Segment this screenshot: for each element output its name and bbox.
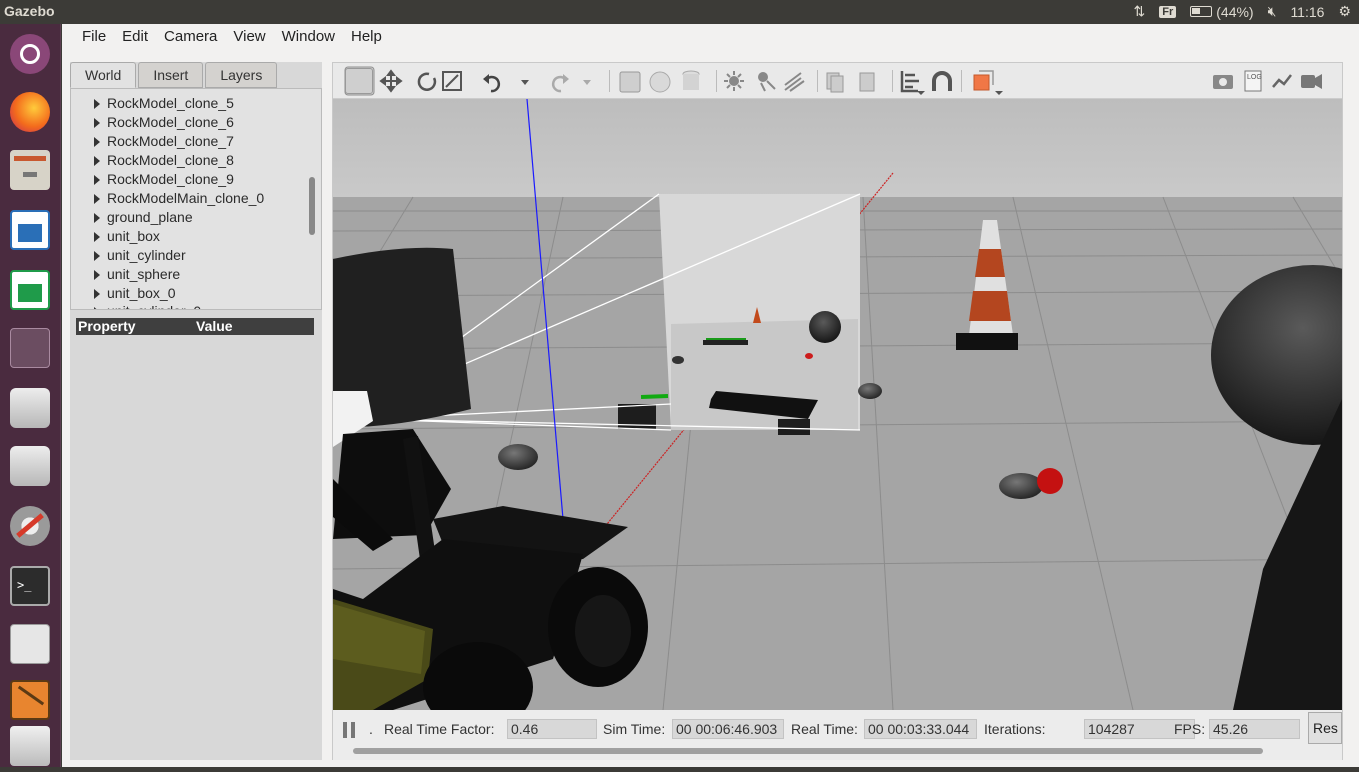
- sphere-shape-icon: [649, 71, 671, 93]
- sim-time-value: 00 00:06:46.903: [672, 719, 784, 739]
- view-angle-icon: [973, 74, 990, 91]
- tab-layers[interactable]: Layers: [205, 62, 278, 88]
- menu-camera[interactable]: Camera: [156, 24, 225, 52]
- tree-item[interactable]: ground_plane: [94, 209, 193, 228]
- keyboard-layout-indicator[interactable]: Fr: [1159, 5, 1177, 18]
- pause-icon[interactable]: [343, 722, 357, 738]
- calc-icon[interactable]: [4, 264, 56, 316]
- reset-time-button[interactable]: Res: [1308, 712, 1342, 744]
- point-light-icon: [729, 76, 739, 86]
- left-panel-tabs: World Insert Layers: [70, 62, 279, 88]
- menu-help[interactable]: Help: [343, 24, 390, 52]
- files-icon[interactable]: [4, 144, 56, 196]
- align-icon: [900, 71, 919, 93]
- clock[interactable]: 11:16: [1290, 4, 1324, 20]
- snap-icon: [932, 71, 952, 91]
- tree-scrollbar[interactable]: [309, 177, 315, 235]
- tab-world[interactable]: World: [70, 62, 137, 88]
- select-mode-button[interactable]: [345, 68, 373, 94]
- trash-icon[interactable]: [4, 720, 56, 772]
- disk-icon[interactable]: [4, 440, 56, 492]
- terminal-icon[interactable]: >_: [4, 560, 56, 612]
- firefox-icon[interactable]: [4, 86, 56, 138]
- menu-window[interactable]: Window: [274, 24, 343, 52]
- system-tray: ⇅ Fr (44%) 🔇︎ 11:16 ⚙: [1134, 3, 1351, 20]
- menu-view[interactable]: View: [225, 24, 273, 52]
- plot-icon: [1272, 74, 1292, 88]
- tree-item[interactable]: unit_box: [94, 228, 160, 247]
- gazebo-icon[interactable]: [4, 674, 56, 726]
- toolbar-icons: LOG: [344, 66, 1322, 96]
- scene-render: [333, 99, 1342, 710]
- tab-insert[interactable]: Insert: [138, 62, 204, 88]
- render-toolbar: LOG: [333, 63, 1342, 99]
- tree-item[interactable]: RockModel_clone_7: [94, 133, 234, 152]
- render-panel: LOG . Real Time Factor: 0.46 Sim Time: 0…: [332, 62, 1343, 760]
- menu-bar: File Edit Camera View Window Help: [62, 24, 1359, 52]
- property-table-header: Property Value: [76, 318, 314, 335]
- step-indicator[interactable]: .: [369, 721, 373, 737]
- fps-label: FPS:: [1174, 721, 1206, 737]
- workspace-icon[interactable]: [4, 322, 56, 374]
- settings-icon[interactable]: [4, 500, 56, 552]
- time-panel: . Real Time Factor: 0.46 Sim Time: 00 00…: [333, 710, 1342, 760]
- ubuntu-icon[interactable]: [4, 28, 56, 80]
- disk-icon[interactable]: [4, 382, 56, 434]
- rtf-label: Real Time Factor:: [384, 721, 495, 737]
- undo-dropdown-icon: [521, 80, 529, 85]
- paste-icon: [859, 72, 875, 92]
- tree-item[interactable]: RockModel_clone_5: [94, 95, 234, 114]
- tree-item[interactable]: RockModel_clone_6: [94, 114, 234, 133]
- video-record-icon: [1301, 75, 1315, 88]
- writer-icon[interactable]: [4, 204, 56, 256]
- battery-icon: [1190, 6, 1213, 17]
- gazebo-window: File Edit Camera View Window Help World …: [62, 24, 1359, 767]
- red-ball-model: [1037, 468, 1063, 494]
- tree-item[interactable]: unit_box_0: [94, 285, 176, 304]
- sky-background: [333, 99, 1342, 197]
- menu-edit[interactable]: Edit: [114, 24, 156, 52]
- editor-icon[interactable]: [4, 618, 56, 670]
- iterations-label: Iterations:: [984, 721, 1046, 737]
- value-column-header: Value: [196, 318, 233, 334]
- box-shape-icon: [619, 71, 641, 93]
- fps-value: 45.26: [1209, 719, 1300, 739]
- menu-file[interactable]: File: [74, 24, 114, 52]
- rock-model: [999, 473, 1043, 499]
- directional-light-icon: [784, 72, 805, 92]
- system-gear-icon[interactable]: ⚙: [1338, 3, 1351, 20]
- network-icon[interactable]: ⇅: [1134, 3, 1146, 20]
- volume-muted-icon[interactable]: 🔇︎: [1268, 3, 1277, 20]
- status-scrollbar[interactable]: [353, 748, 1263, 754]
- app-title: Gazebo: [4, 3, 55, 19]
- rotate-mode-icon: [417, 72, 437, 91]
- real-time-value: 00 00:03:33.044: [864, 719, 977, 739]
- tree-item[interactable]: unit_cylinder_0: [93, 303, 201, 309]
- tree-item[interactable]: unit_cylinder: [94, 247, 186, 266]
- 3d-scene-viewport[interactable]: [333, 99, 1342, 710]
- battery-percent: (44%): [1216, 3, 1254, 20]
- left-panel: World Insert Layers RockModel_clone_5 Ro…: [70, 62, 322, 760]
- world-tree[interactable]: RockModel_clone_5 RockModel_clone_6 Rock…: [70, 88, 322, 310]
- launcher: >_: [0, 24, 61, 767]
- rock-model: [498, 444, 538, 470]
- real-time-label: Real Time:: [791, 721, 858, 737]
- tree-item[interactable]: RockModel_clone_9: [94, 171, 234, 190]
- tree-item[interactable]: RockModelMain_clone_0: [93, 190, 264, 209]
- translate-mode-icon: [379, 69, 403, 93]
- spot-light-icon: [758, 72, 768, 82]
- property-column-header: Property: [78, 318, 136, 334]
- battery-indicator[interactable]: (44%): [1190, 3, 1254, 20]
- svg-text:LOG: LOG: [1247, 74, 1262, 81]
- tree-item[interactable]: RockModel_clone_8: [94, 152, 234, 171]
- sim-time-label: Sim Time:: [603, 721, 666, 737]
- tree-item[interactable]: unit_sphere: [93, 266, 180, 285]
- top-panel: Gazebo ⇅ Fr (44%) 🔇︎ 11:16 ⚙: [0, 0, 1359, 24]
- rtf-value: 0.46: [507, 719, 597, 739]
